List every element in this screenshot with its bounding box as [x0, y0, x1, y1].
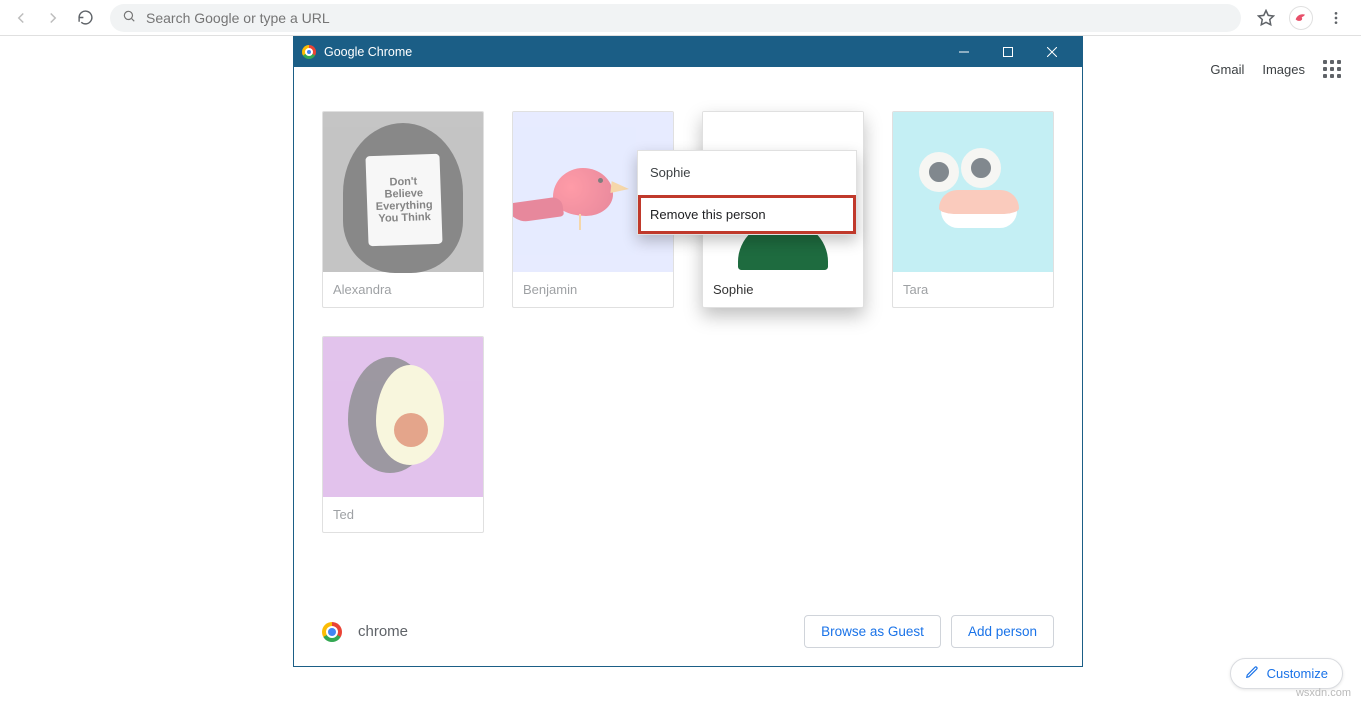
profile-name: Benjamin [513, 272, 673, 307]
customize-button[interactable]: Customize [1230, 658, 1343, 689]
window-maximize-button[interactable] [986, 37, 1030, 67]
profile-chooser-dialog: Google Chrome D [293, 36, 1083, 667]
profile-card-ted[interactable]: Ted [322, 336, 484, 533]
thumb-text: Don't [389, 175, 417, 188]
profile-card-tara[interactable]: Tara [892, 111, 1054, 308]
watermark-text: wsxdn.com [1296, 687, 1351, 699]
chrome-logo-icon [322, 622, 342, 642]
window-minimize-button[interactable] [942, 37, 986, 67]
pencil-icon [1245, 665, 1259, 682]
omnibox-input[interactable] [146, 10, 1229, 26]
profile-name: Sophie [703, 272, 863, 307]
forward-button[interactable] [38, 3, 68, 33]
remove-person-menu-item[interactable]: Remove this person [638, 195, 856, 234]
add-person-button[interactable]: Add person [951, 615, 1054, 648]
profile-avatar-button[interactable] [1289, 6, 1313, 30]
dialog-footer: chrome Browse as Guest Add person [322, 615, 1054, 648]
context-menu-title: Sophie [638, 151, 856, 195]
apps-grid-icon[interactable] [1323, 60, 1341, 78]
gmail-link[interactable]: Gmail [1210, 62, 1244, 77]
images-link[interactable]: Images [1262, 62, 1305, 77]
browse-as-guest-button[interactable]: Browse as Guest [804, 615, 941, 648]
profile-thumb: Don't Believe Everything You Think [323, 112, 483, 272]
chrome-brand: chrome [322, 622, 408, 642]
customize-label: Customize [1267, 666, 1328, 681]
bookmark-star-icon[interactable] [1251, 3, 1281, 33]
profile-name: Alexandra [323, 272, 483, 307]
back-button[interactable] [6, 3, 36, 33]
reload-button[interactable] [70, 3, 100, 33]
brand-label: chrome [358, 623, 408, 640]
dialog-title: Google Chrome [324, 45, 412, 59]
profile-thumb [893, 112, 1053, 272]
new-tab-page: Gmail Images Google Chrome [0, 36, 1361, 703]
top-links: Gmail Images [1210, 60, 1341, 78]
profile-thumb [323, 337, 483, 497]
profile-card-alexandra[interactable]: Don't Believe Everything You Think Alexa… [322, 111, 484, 308]
omnibox[interactable] [110, 4, 1241, 32]
dialog-titlebar: Google Chrome [294, 37, 1082, 67]
window-close-button[interactable] [1030, 37, 1074, 67]
profile-context-menu: Sophie Remove this person [637, 150, 857, 235]
chrome-logo-icon [302, 45, 316, 59]
profile-name: Tara [893, 272, 1053, 307]
browser-toolbar [0, 0, 1361, 36]
profile-name: Ted [323, 497, 483, 532]
search-icon [122, 9, 136, 26]
kebab-menu-icon[interactable] [1321, 3, 1351, 33]
thumb-text: You Think [378, 211, 431, 225]
